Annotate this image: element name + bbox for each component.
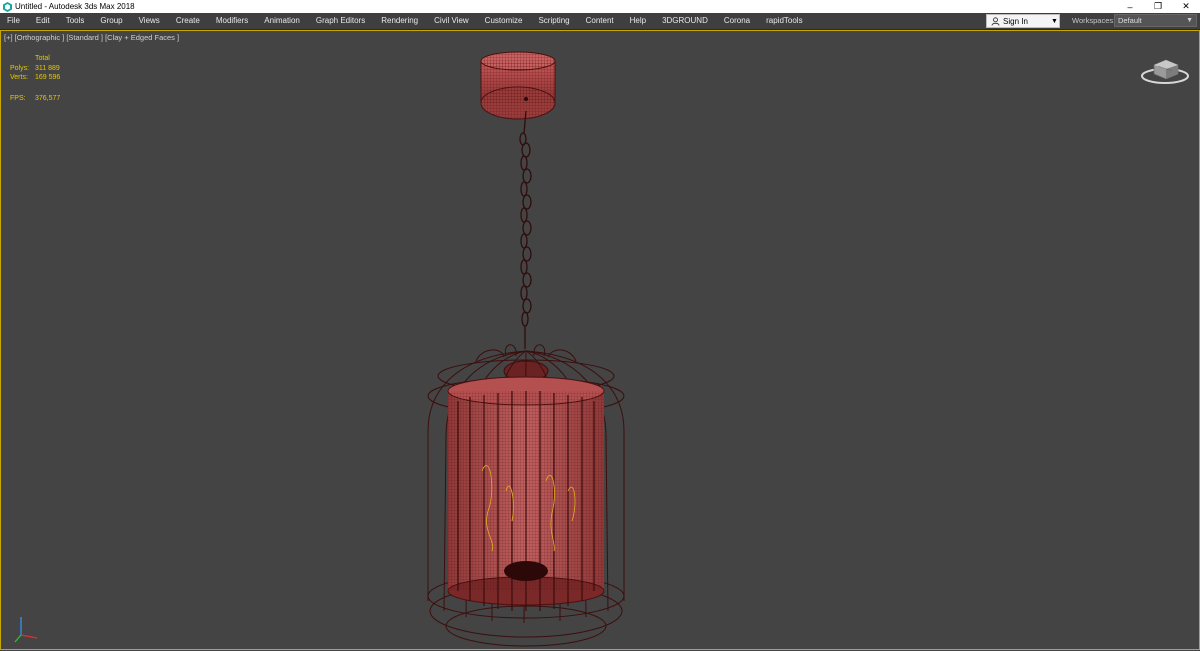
user-icon xyxy=(989,16,1001,26)
stats-total-header: Total xyxy=(35,55,50,62)
close-button[interactable]: ✕ xyxy=(1172,0,1200,13)
menu-content[interactable]: Content xyxy=(578,13,622,29)
viewcube-icon[interactable] xyxy=(1140,54,1190,88)
pendant-lamp-model[interactable] xyxy=(406,51,656,651)
menu-modifiers[interactable]: Modifiers xyxy=(208,13,256,29)
title-bar: Untitled - Autodesk 3ds Max 2018 – ❐ ✕ xyxy=(0,0,1200,13)
menu-group[interactable]: Group xyxy=(92,13,130,29)
stats-polys-label: Polys: xyxy=(10,65,30,72)
stats-polys-value: 311 889 xyxy=(35,65,60,72)
menu-civil-view[interactable]: Civil View xyxy=(426,13,477,29)
lamp-shade xyxy=(447,376,605,611)
axis-tripod-icon xyxy=(14,617,38,643)
menu-graph-editors[interactable]: Graph Editors xyxy=(308,13,373,29)
viewport-label-menu[interactable]: [+] [Orthographic ] [Standard ] [Clay + … xyxy=(4,33,179,42)
stats-verts-label: Verts: xyxy=(10,74,28,81)
chevron-down-icon[interactable]: ▼ xyxy=(1050,18,1059,25)
stats-fps-value: 376,577 xyxy=(35,95,61,102)
restore-button[interactable]: ❐ xyxy=(1144,0,1172,13)
chevron-down-icon: ▼ xyxy=(1186,17,1193,24)
workspaces-label: Workspaces: xyxy=(1072,16,1116,25)
workspaces-dropdown[interactable]: Default ▼ xyxy=(1114,14,1197,27)
menu-scripting[interactable]: Scripting xyxy=(530,13,577,29)
menu-help[interactable]: Help xyxy=(622,13,654,29)
minimize-button[interactable]: – xyxy=(1116,0,1144,13)
sign-in-label: Sign In xyxy=(1003,16,1028,26)
workspaces-value: Default xyxy=(1118,16,1142,25)
menu-3dground[interactable]: 3DGROUND xyxy=(654,13,716,29)
menu-file[interactable]: File xyxy=(0,13,28,29)
sign-in-button[interactable]: Sign In ▼ xyxy=(986,14,1060,28)
canopy xyxy=(480,51,556,120)
stats-verts-value: 169 596 xyxy=(35,74,61,81)
app-icon[interactable] xyxy=(2,1,12,12)
stats-fps-label: FPS: xyxy=(10,95,26,102)
menu-corona[interactable]: Corona xyxy=(716,13,758,29)
menu-customize[interactable]: Customize xyxy=(477,13,531,29)
menu-bar: File Edit Tools Group Views Create Modif… xyxy=(0,13,1200,30)
menu-tools[interactable]: Tools xyxy=(58,13,93,29)
menu-edit[interactable]: Edit xyxy=(28,13,58,29)
menu-animation[interactable]: Animation xyxy=(256,13,308,29)
window-title: Untitled - Autodesk 3ds Max 2018 xyxy=(15,2,135,11)
menu-rendering[interactable]: Rendering xyxy=(373,13,426,29)
menu-views[interactable]: Views xyxy=(131,13,168,29)
menu-create[interactable]: Create xyxy=(168,13,208,29)
chain xyxy=(519,110,532,349)
perspective-viewport[interactable]: [+] [Orthographic ] [Standard ] [Clay + … xyxy=(0,30,1200,650)
menu-rapidtools[interactable]: rapidTools xyxy=(758,13,810,29)
